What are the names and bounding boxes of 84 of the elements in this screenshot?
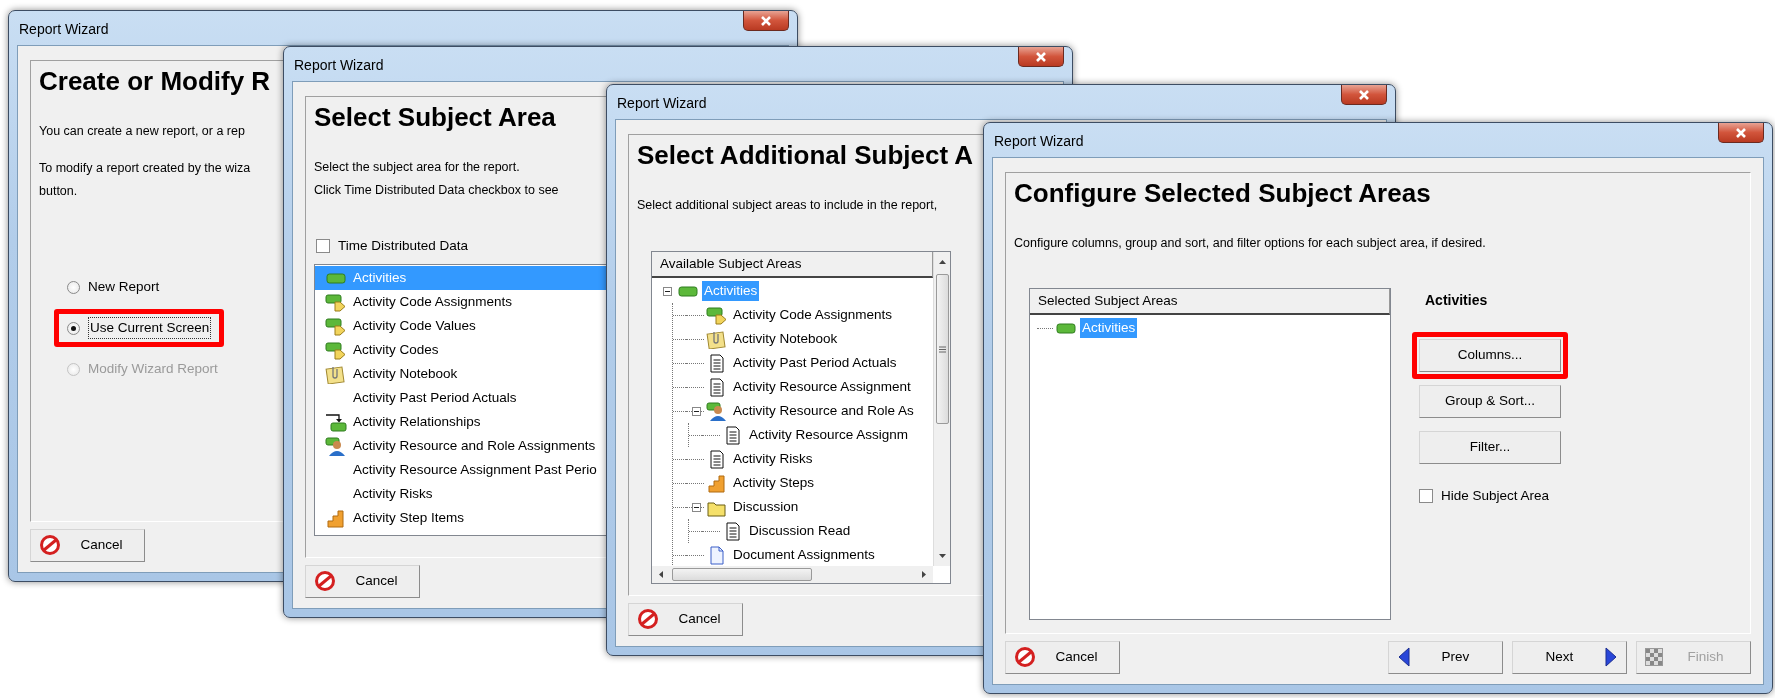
tag-icon [325,340,347,360]
no-entry-icon [39,534,61,556]
radio-button[interactable] [67,321,80,335]
no-entry-icon [1014,646,1036,668]
subject-option-button[interactable]: Filter... [1419,431,1561,464]
close-button[interactable] [1018,47,1064,67]
tag-icon [706,305,728,325]
window-title: Report Wizard [617,94,707,113]
description-text: Select the subject area for the report. Click Time Distributed Data checkbox to see [314,159,559,199]
close-button[interactable] [1718,123,1764,143]
link-arrow-icon [325,412,347,432]
radio-option[interactable]: New Report [54,268,173,306]
checkbox-option[interactable]: Time Distributed Data [316,234,469,258]
collapse-icon[interactable] [691,502,701,512]
steps-icon [706,473,728,493]
collapse-icon[interactable] [691,406,701,416]
cancel-button[interactable]: Cancel [628,602,743,636]
tree-item[interactable]: Document Assignments [673,543,933,566]
scrollbar-thumb[interactable] [672,568,812,581]
subject-label: Activities [1425,291,1489,310]
list-item[interactable]: Activity Codes [315,338,673,362]
right-triangle-icon [1604,646,1618,668]
description-text: Configure columns, group and sort, and filter options for each subject area, if desired. [1014,235,1486,252]
no-entry-icon [637,608,659,630]
window-title: Report Wizard [19,20,109,39]
notepad-icon [325,364,347,384]
person-icon [325,436,347,456]
no-entry-icon [314,570,336,592]
column-header: Available Subject Areas [652,252,933,278]
radio-option[interactable]: Use Current Screen [54,309,225,347]
page-heading: Select Additional Subject A [637,139,974,171]
window-title: Report Wizard [994,132,1084,151]
steps-icon [325,508,347,528]
checkerboard-icon [1645,648,1663,666]
tree-item[interactable]: Discussion Read [689,519,933,543]
notepad-icon [706,329,728,349]
subject-option-button[interactable]: Group & Sort... [1419,385,1561,418]
scrollbar-thumb[interactable] [935,274,949,424]
checkbox-option[interactable]: Hide Subject Area [1419,484,1550,508]
tree-item[interactable]: Activity Resource Assignment [673,375,933,399]
window-title: Report Wizard [294,56,384,75]
collapse-icon[interactable] [662,286,672,296]
page-heading: Create or Modify R [39,65,271,97]
tree-item[interactable]: Activity Code Assignments [673,303,933,327]
radio-button[interactable] [67,280,80,294]
close-icon [759,14,773,27]
vertical-scrollbar[interactable] [933,252,950,566]
list-item[interactable]: Activity Resource and Role Assignments [315,434,673,458]
column-header: Selected Subject Areas [1030,289,1390,315]
tree-item[interactable]: Activity Steps [673,471,933,495]
tree-item[interactable]: Discussion [673,495,933,519]
close-icon [1357,88,1371,101]
description-text: To modify a report created by the wiza button. [39,160,251,200]
grip-icon [938,345,946,353]
tag-icon [325,292,347,312]
page-heading: Select Subject Area [314,101,556,133]
list-item[interactable]: Activity Step Items [315,506,673,530]
cancel-button[interactable]: Cancel [1005,640,1120,674]
tree-item[interactable]: Activity Resource Assignm [689,423,933,447]
person-icon [706,401,728,421]
tree-item[interactable]: Activity Notebook [673,327,933,351]
tree-item[interactable]: Activity Risks [673,447,933,471]
tree-item[interactable]: Activity Resource and Role As [673,399,933,423]
description-text: Select additional subject areas to include in the report, [637,197,938,214]
checkbox[interactable] [316,239,330,253]
close-icon [1034,50,1048,63]
description-text: You can create a new report, or a rep [39,123,245,140]
cancel-button[interactable]: Cancel [305,564,420,598]
left-triangle-icon [1397,646,1411,668]
list-item[interactable]: Activity Code Values [315,314,673,338]
prev-button[interactable]: Prev [1388,640,1503,674]
list-item[interactable]: Activity Relationships [315,410,673,434]
list-item[interactable]: Activity Notebook [315,362,673,386]
close-button[interactable] [743,11,789,31]
checkbox[interactable] [1419,489,1433,503]
next-button[interactable]: Next [1512,640,1627,674]
horizontal-scrollbar[interactable] [652,566,933,583]
page-heading: Configure Selected Subject Areas [1014,177,1431,209]
tree-item[interactable]: Activity Past Period Actuals [673,351,933,375]
tag-icon [325,316,347,336]
close-button[interactable] [1341,85,1387,105]
subject-option-button[interactable]: Columns... [1419,339,1561,372]
close-icon [1734,126,1748,139]
cancel-button[interactable]: Cancel [30,528,145,562]
